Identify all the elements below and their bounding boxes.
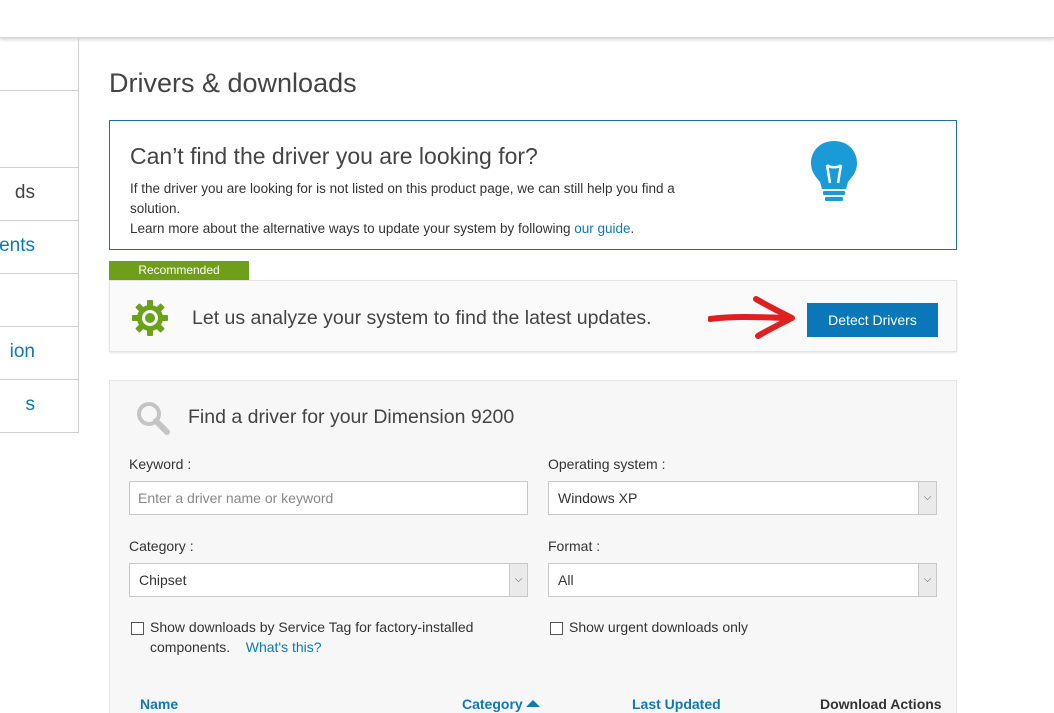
chevron-down-icon: ⌵ <box>509 564 527 596</box>
whats-this-link[interactable]: What's this? <box>246 639 322 655</box>
service-tag-label: Show downloads by Service Tag for factor… <box>150 619 474 655</box>
keyword-label: Keyword : <box>129 456 192 472</box>
urgent-downloads-label: Show urgent downloads only <box>569 619 749 635</box>
sidebar-item-drivers-downloads[interactable]: ds <box>0 168 79 221</box>
os-label: Operating system : <box>548 456 666 472</box>
search-icon <box>137 402 170 435</box>
sidebar-item-1[interactable] <box>0 38 79 91</box>
category-select[interactable]: Chipset ⌵ <box>129 563 528 597</box>
category-label: Category : <box>129 538 194 554</box>
sidebar-item-2[interactable] <box>0 91 79 168</box>
sidebar-item-parts[interactable]: s <box>0 380 79 433</box>
urgent-downloads-checkbox[interactable] <box>550 622 563 635</box>
help-heading: Can’t find the driver you are looking fo… <box>130 143 538 169</box>
sidebar-item-documents[interactable]: ents <box>0 221 79 274</box>
detect-drivers-panel: Let us analyze your system to find the l… <box>109 280 957 352</box>
red-arrow-annotation <box>708 296 795 339</box>
format-select[interactable]: All ⌵ <box>548 563 937 597</box>
lightbulb-icon <box>811 141 857 201</box>
col-header-download-actions: Download Actions <box>820 696 942 712</box>
recommended-badge: Recommended <box>109 261 249 280</box>
col-header-category[interactable]: Category <box>462 696 540 712</box>
top-header-bar <box>0 0 1054 38</box>
detect-drivers-text: Let us analyze your system to find the l… <box>192 307 652 329</box>
our-guide-link[interactable]: our guide <box>574 221 630 236</box>
finder-title: Find a driver for your Dimension 9200 <box>188 406 515 428</box>
col-header-name[interactable]: Name <box>140 696 178 712</box>
gear-icon <box>132 300 168 336</box>
format-label: Format : <box>548 538 601 554</box>
driver-help-box: Can’t find the driver you are looking fo… <box>109 120 957 250</box>
os-select[interactable]: Windows XP ⌵ <box>548 481 937 515</box>
sidebar-item-5[interactable] <box>0 274 79 327</box>
sidebar-item-configuration[interactable]: ion <box>0 327 79 380</box>
keyword-input[interactable] <box>129 481 528 515</box>
detect-drivers-button[interactable]: Detect Drivers <box>807 303 938 337</box>
chevron-down-icon: ⌵ <box>918 564 936 596</box>
chevron-down-icon: ⌵ <box>918 482 936 514</box>
col-header-last-updated[interactable]: Last Updated <box>632 696 721 712</box>
sidebar-nav: ds ents ion s <box>0 38 79 433</box>
driver-finder-panel: Find a driver for your Dimension 9200 Ke… <box>109 380 957 713</box>
sort-ascending-icon <box>525 700 540 707</box>
page-title: Drivers & downloads <box>109 68 357 98</box>
help-guide-text: Learn more about the alternative ways to… <box>130 221 635 236</box>
help-text: If the driver you are looking for is not… <box>130 181 675 216</box>
service-tag-checkbox[interactable] <box>131 622 144 635</box>
